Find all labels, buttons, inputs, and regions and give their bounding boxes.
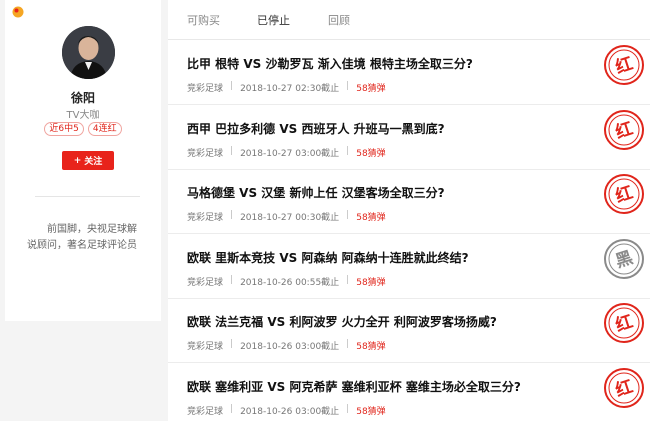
- tab-review[interactable]: 回顾: [328, 12, 350, 28]
- article-item[interactable]: 马格德堡 VS 汉堡 新帅上任 汉堡客场全取三分? 竞彩足球 | 2018-10-27…: [168, 170, 650, 234]
- separator: |: [230, 339, 234, 349]
- separator: |: [346, 403, 350, 414]
- divider: [35, 196, 140, 197]
- result-stamp-icon: 红: [604, 174, 644, 214]
- article-meta: 竞彩足球 | 2018-10-27 00:30截止 | 58猜弹: [187, 210, 386, 223]
- tab-bar: 可购买 已停止 回顾: [168, 0, 650, 40]
- record-badge: 近6中5: [44, 122, 84, 136]
- article-meta: 竞彩足球 | 2018-10-26 00:55截止 | 58猜弹: [187, 275, 386, 288]
- article-price: 58猜弹: [356, 277, 386, 288]
- separator: |: [230, 81, 234, 91]
- article-panel: 可购买 已停止 回顾 比甲 根特 VS 沙勒罗瓦 渐入佳境 根特主场全取三分? 竞…: [168, 0, 650, 421]
- article-meta: 竞彩足球 | 2018-10-27 02:30截止 | 58猜弹: [187, 81, 386, 94]
- article-deadline: 2018-10-26 03:00截止: [240, 342, 340, 352]
- separator: |: [230, 403, 234, 414]
- stamp-label: 红: [613, 117, 636, 142]
- article-deadline: 2018-10-27 02:30截止: [240, 84, 340, 94]
- result-stamp-icon: 红: [604, 367, 644, 408]
- avatar[interactable]: [62, 26, 115, 79]
- separator: |: [346, 145, 350, 156]
- tab-stopped[interactable]: 已停止: [257, 12, 290, 28]
- article-price: 58猜弹: [356, 213, 386, 223]
- separator: |: [346, 81, 350, 91]
- plus-icon: +: [73, 155, 82, 166]
- stamp-label: 红: [613, 375, 636, 400]
- result-stamp-icon: 红: [604, 45, 644, 85]
- article-item[interactable]: 西甲 巴拉多利德 VS 西班牙人 升班马一黑到底? 竞彩足球 | 2018-10-27…: [168, 106, 650, 170]
- stamp-label: 红: [613, 182, 636, 207]
- stamp-label: 红: [613, 53, 636, 78]
- article-deadline: 2018-10-27 00:30截止: [240, 213, 340, 223]
- article-category: 竞彩足球: [187, 84, 224, 94]
- article-price: 58猜弹: [356, 84, 386, 94]
- streak-badge: 4连红: [87, 122, 122, 136]
- article-deadline: 2018-10-26 03:00截止: [240, 406, 340, 417]
- article-category: 竞彩足球: [187, 342, 224, 352]
- profile-bio: 前国脚，央视足球解说顾问，著名足球评论员: [27, 224, 137, 251]
- separator: |: [230, 145, 234, 156]
- article-category: 竞彩足球: [187, 406, 224, 417]
- article-deadline: 2018-10-27 03:00截止: [240, 148, 340, 159]
- separator: |: [346, 210, 350, 220]
- article-price: 58猜弹: [356, 148, 386, 159]
- article-meta: 竞彩足球 | 2018-10-27 03:00截止 | 58猜弹: [187, 146, 386, 159]
- article-item[interactable]: 欧联 法兰克福 VS 利阿波罗 火力全开 利阿波罗客场扬威? 竞彩足球 | 2018-…: [168, 299, 650, 363]
- profile-name: 徐阳: [70, 91, 95, 105]
- article-title[interactable]: 欧联 里斯本竞技 VS 阿森纳 阿森纳十连胜就此终结?: [187, 249, 469, 266]
- article-price: 58猜弹: [356, 342, 386, 352]
- result-stamp-icon: 红: [604, 303, 644, 343]
- follow-label: 关注: [84, 157, 103, 167]
- result-stamp-icon: 黑: [604, 238, 644, 279]
- follow-button[interactable]: + 关注: [62, 151, 114, 170]
- article-title[interactable]: 欧联 塞维利亚 VS 阿克希萨 塞维利亚杯 塞维主场必全取三分?: [187, 378, 521, 395]
- article-meta: 竞彩足球 | 2018-10-26 03:00截止 | 58猜弹: [187, 404, 386, 417]
- article-category: 竞彩足球: [187, 148, 224, 159]
- profile-title: TV大咖: [66, 110, 100, 121]
- article-title[interactable]: 马格德堡 VS 汉堡 新帅上任 汉堡客场全取三分?: [187, 184, 445, 201]
- article-deadline: 2018-10-26 00:55截止: [240, 277, 340, 288]
- article-item[interactable]: 比甲 根特 VS 沙勒罗瓦 渐入佳境 根特主场全取三分? 竞彩足球 | 2018-10…: [168, 41, 650, 105]
- article-item[interactable]: 欧联 里斯本竞技 VS 阿森纳 阿森纳十连胜就此终结? 竞彩足球 | 2018-10-…: [168, 235, 650, 299]
- profile-card: 徐阳 TV大咖 近6中5 4连红 + 关注 前国脚，央视足球解说顾问，著名足球评…: [5, 0, 161, 321]
- tab-purchasable[interactable]: 可购买: [187, 12, 220, 28]
- article-price: 58猜弹: [356, 406, 386, 417]
- logo-icon: [12, 6, 24, 18]
- separator: |: [230, 274, 234, 285]
- separator: |: [230, 210, 234, 220]
- article-title[interactable]: 欧联 法兰克福 VS 利阿波罗 火力全开 利阿波罗客场扬威?: [187, 313, 497, 330]
- result-stamp-icon: 红: [604, 109, 644, 150]
- stamp-label: 红: [613, 311, 636, 336]
- article-meta: 竞彩足球 | 2018-10-26 03:00截止 | 58猜弹: [187, 339, 386, 352]
- article-category: 竞彩足球: [187, 213, 224, 223]
- article-title[interactable]: 比甲 根特 VS 沙勒罗瓦 渐入佳境 根特主场全取三分?: [187, 55, 473, 72]
- article-title[interactable]: 西甲 巴拉多利德 VS 西班牙人 升班马一黑到底?: [187, 120, 445, 137]
- separator: |: [346, 339, 350, 349]
- separator: |: [346, 274, 350, 285]
- stamp-label: 黑: [613, 247, 635, 271]
- article-category: 竞彩足球: [187, 277, 224, 288]
- article-item[interactable]: 欧联 塞维利亚 VS 阿克希萨 塞维利亚杯 塞维主场必全取三分? 竞彩足球 | 201…: [168, 364, 650, 421]
- profile-badges: 近6中5 4连红: [5, 122, 161, 136]
